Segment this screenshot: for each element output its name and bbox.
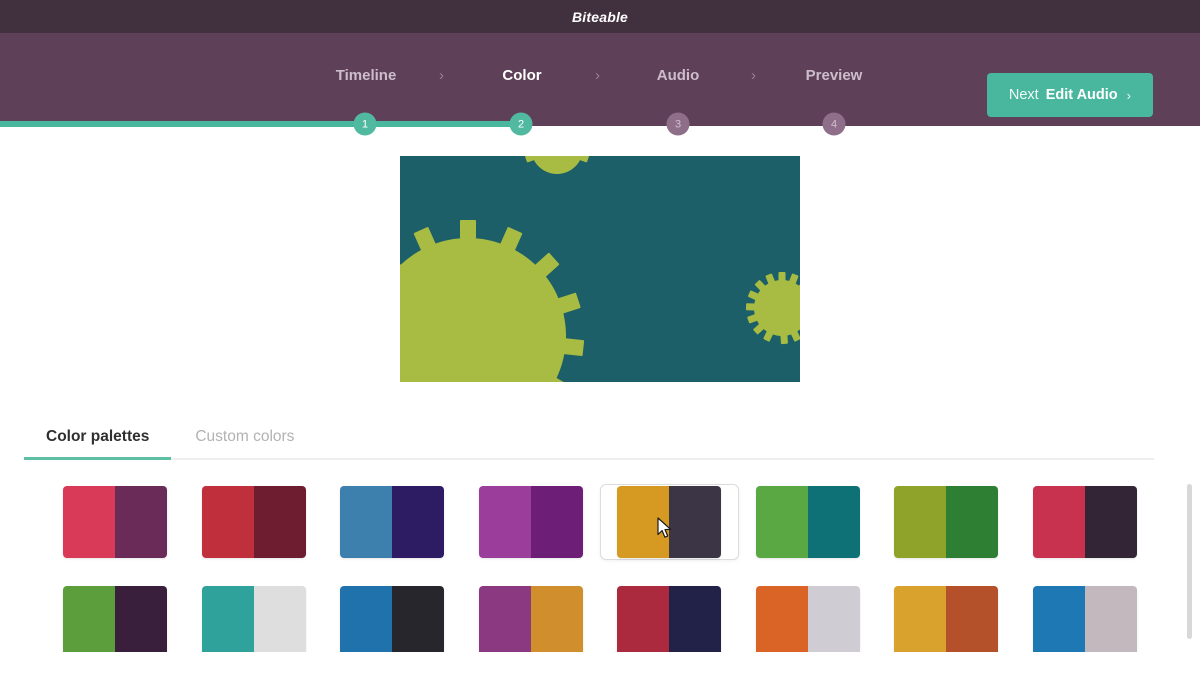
palette-color-right bbox=[115, 586, 168, 652]
palette-color-left bbox=[340, 486, 393, 558]
palette-swatch-p16[interactable] bbox=[1032, 586, 1137, 652]
palette-color-left bbox=[617, 486, 670, 558]
palette-color-right bbox=[392, 486, 445, 558]
progress-fill bbox=[0, 121, 521, 127]
palette-color-left bbox=[755, 586, 808, 652]
palette-swatch-p15[interactable] bbox=[894, 586, 999, 652]
palette-color-right bbox=[253, 486, 306, 558]
palette-swatch-p3[interactable] bbox=[340, 486, 445, 558]
palette-color-left bbox=[478, 586, 531, 652]
palette-color-right bbox=[946, 586, 999, 652]
palette-color-right bbox=[807, 586, 860, 652]
progress-step-1[interactable]: 1 bbox=[353, 112, 377, 136]
wizard-header: Timeline › Color › Audio › Preview Next … bbox=[0, 33, 1200, 136]
palette-color-right bbox=[530, 586, 583, 652]
palette-color-left bbox=[617, 586, 670, 652]
palette-color-left bbox=[340, 586, 393, 652]
palette-color-right bbox=[530, 486, 583, 558]
tab-color-palettes[interactable]: Color palettes bbox=[23, 428, 172, 460]
palette-swatch[interactable] bbox=[46, 584, 185, 652]
palette-color-left bbox=[478, 486, 531, 558]
color-section-tabs: Color palettes Custom colors bbox=[23, 412, 1154, 460]
palette-color-right bbox=[1084, 586, 1137, 652]
palette-swatch-p5[interactable] bbox=[617, 486, 722, 558]
palette-swatch-p7[interactable] bbox=[894, 486, 999, 558]
palette-swatch[interactable] bbox=[600, 584, 739, 652]
palette-color-right bbox=[669, 586, 722, 652]
palette-color-left bbox=[201, 586, 254, 652]
palette-swatch-p14[interactable] bbox=[755, 586, 860, 652]
palette-swatch[interactable] bbox=[739, 484, 878, 560]
video-preview-area bbox=[0, 126, 1200, 412]
next-button-label: Edit Audio bbox=[1045, 87, 1118, 103]
step-link-timeline[interactable]: Timeline bbox=[288, 67, 444, 84]
progress-step-2[interactable]: 2 bbox=[509, 112, 533, 136]
palette-color-right bbox=[946, 486, 999, 558]
palette-color-left bbox=[63, 586, 116, 652]
palette-color-left bbox=[894, 586, 947, 652]
palette-color-left bbox=[755, 486, 808, 558]
progress-step-4[interactable]: 4 bbox=[822, 112, 846, 136]
palette-swatch-p9[interactable] bbox=[63, 586, 168, 652]
step-link-audio[interactable]: Audio bbox=[600, 67, 756, 84]
app-brand-title: Biteable bbox=[571, 8, 629, 25]
palette-color-left bbox=[894, 486, 947, 558]
palette-color-right bbox=[807, 486, 860, 558]
palette-color-left bbox=[1032, 486, 1085, 558]
palette-swatch-p1[interactable] bbox=[63, 486, 168, 558]
palette-swatch[interactable] bbox=[462, 484, 601, 560]
palette-grid bbox=[46, 484, 1154, 652]
tab-custom-colors[interactable]: Custom colors bbox=[195, 428, 294, 458]
palette-swatch-p8[interactable] bbox=[1032, 486, 1137, 558]
palette-swatch[interactable] bbox=[739, 584, 878, 652]
palette-swatch[interactable] bbox=[46, 484, 185, 560]
palette-swatch[interactable] bbox=[1016, 584, 1155, 652]
palette-swatch[interactable] bbox=[323, 584, 462, 652]
palette-swatch-p2[interactable] bbox=[201, 486, 306, 558]
palette-swatch-p4[interactable] bbox=[478, 486, 583, 558]
palette-swatch[interactable] bbox=[323, 484, 462, 560]
palette-swatch-p10[interactable] bbox=[201, 586, 306, 652]
palette-swatch-p12[interactable] bbox=[478, 586, 583, 652]
palette-scroll-region bbox=[0, 460, 1200, 652]
palette-swatch-p6[interactable] bbox=[755, 486, 860, 558]
palette-swatch-selected[interactable] bbox=[600, 484, 739, 560]
next-edit-audio-button[interactable]: Next Edit Audio › bbox=[986, 73, 1153, 117]
step-link-preview[interactable]: Preview bbox=[756, 67, 912, 84]
next-button-prefix: Next bbox=[1008, 87, 1039, 103]
palette-swatch[interactable] bbox=[1016, 484, 1155, 560]
palette-swatch[interactable] bbox=[877, 584, 1016, 652]
palette-swatch[interactable] bbox=[185, 484, 324, 560]
palette-swatch-p13[interactable] bbox=[617, 586, 722, 652]
palette-swatch[interactable] bbox=[877, 484, 1016, 560]
palette-vertical-scrollbar[interactable] bbox=[1187, 484, 1192, 639]
chevron-right-icon: › bbox=[1126, 87, 1131, 103]
gears-illustration bbox=[400, 156, 800, 382]
app-titlebar: Biteable bbox=[0, 0, 1200, 33]
palette-color-left bbox=[63, 486, 116, 558]
progress-step-3[interactable]: 3 bbox=[666, 112, 690, 136]
palette-color-right bbox=[115, 486, 168, 558]
palette-color-right bbox=[1084, 486, 1137, 558]
palette-swatch-p11[interactable] bbox=[340, 586, 445, 652]
palette-color-right bbox=[253, 586, 306, 652]
video-preview-canvas[interactable] bbox=[400, 156, 800, 382]
palette-swatch[interactable] bbox=[462, 584, 601, 652]
palette-color-right bbox=[669, 486, 722, 558]
step-link-color[interactable]: Color bbox=[444, 67, 600, 84]
wizard-progress-bar: 1 2 3 4 bbox=[0, 112, 1200, 136]
palette-color-left bbox=[201, 486, 254, 558]
palette-color-left bbox=[1032, 586, 1085, 652]
palette-color-right bbox=[392, 586, 445, 652]
palette-swatch[interactable] bbox=[185, 584, 324, 652]
